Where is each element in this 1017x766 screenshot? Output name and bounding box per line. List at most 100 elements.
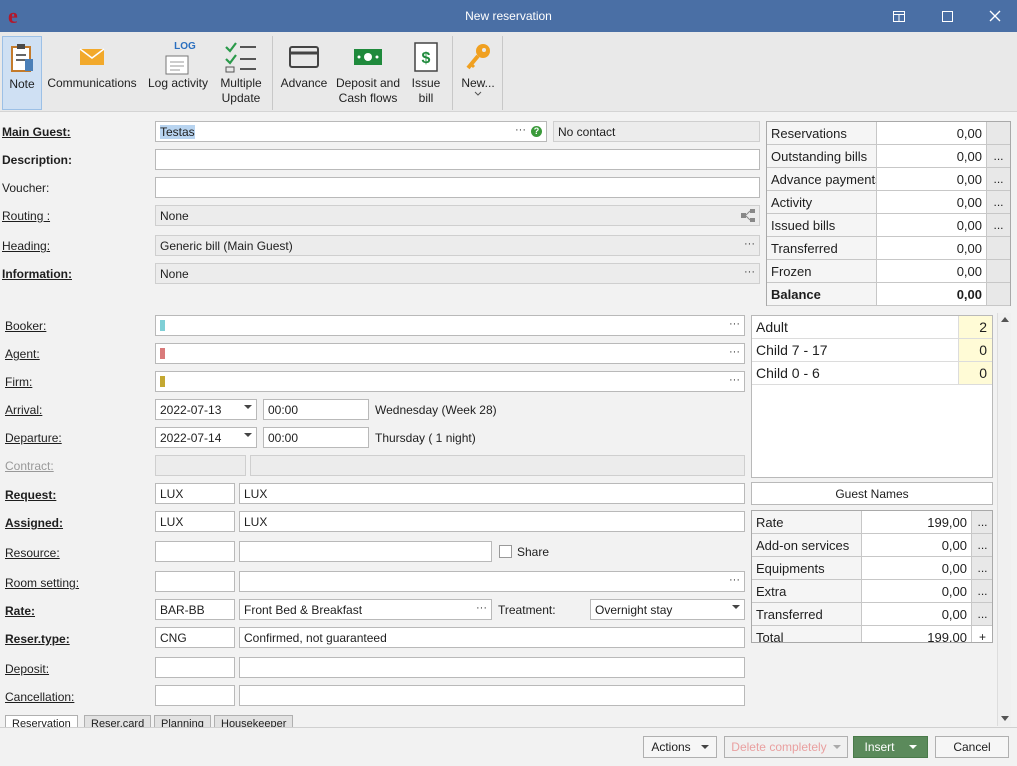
log-activity-button[interactable]: LOG Log activity	[144, 36, 212, 110]
departure-date-input[interactable]: 2022-07-14	[155, 427, 257, 448]
request-code-input[interactable]: LUX	[155, 483, 235, 504]
chevron-down-icon	[700, 744, 709, 749]
agent-lookup-icon[interactable]: ···	[729, 346, 740, 358]
treatment-label: Treatment:	[498, 603, 556, 617]
cancellation-code-input[interactable]	[155, 685, 235, 706]
chevron-down-icon[interactable]	[732, 605, 740, 609]
room-setting-code-input[interactable]	[155, 571, 235, 592]
rate-summary-more-button[interactable]: ...	[972, 603, 992, 625]
agent-color-marker	[160, 348, 165, 359]
advance-button[interactable]: Advance	[278, 36, 330, 110]
note-button[interactable]: Note	[2, 36, 42, 110]
tab-housekeeper[interactable]: Housekeeper	[214, 715, 294, 727]
cancel-button[interactable]: Cancel	[935, 736, 1009, 758]
request-name-input[interactable]: LUX	[239, 483, 745, 504]
rate-name-input[interactable]: Front Bed & Breakfast ···	[239, 599, 492, 620]
description-input[interactable]	[155, 149, 760, 170]
arrival-date-input[interactable]: 2022-07-13	[155, 399, 257, 420]
rate-summary-row: Equipments 0,00...	[752, 557, 992, 580]
contract-label: Contract:	[5, 459, 54, 473]
arrival-info: Wednesday (Week 28)	[375, 403, 497, 417]
scroll-down-icon[interactable]	[1001, 716, 1009, 722]
occupancy-count-input[interactable]: 0	[958, 362, 992, 384]
booker-input[interactable]: ···	[155, 315, 745, 336]
chevron-down-icon[interactable]	[244, 433, 252, 437]
resize-icon[interactable]: +	[972, 626, 992, 642]
main-guest-lookup-icon[interactable]: ···	[515, 124, 526, 136]
rate-summary-label: Transferred	[752, 603, 862, 625]
actions-button[interactable]: Actions	[643, 736, 717, 758]
tab-reser-card[interactable]: Reser.card	[84, 715, 152, 727]
advance-label: Advance	[280, 76, 328, 90]
multiple-update-button[interactable]: Multiple Update	[214, 36, 268, 110]
arrival-time-input[interactable]: 00:00	[263, 399, 369, 420]
voucher-input[interactable]	[155, 177, 760, 198]
communications-button[interactable]: Communications	[44, 36, 140, 110]
insert-button[interactable]: Insert	[853, 736, 928, 758]
bill-icon: $	[406, 38, 446, 76]
deposit-cash-flows-button[interactable]: Deposit and Cash flows	[332, 36, 404, 110]
cancellation-name-input[interactable]	[239, 685, 745, 706]
balance-row-more-button	[987, 260, 1010, 282]
arrival-date-value: 2022-07-13	[160, 403, 222, 417]
balance-row-more-button[interactable]: ...	[987, 214, 1010, 236]
rate-code-input[interactable]: BAR-BB	[155, 599, 235, 620]
rate-summary-more-button[interactable]: ...	[972, 511, 992, 533]
balance-row-more-button[interactable]: ...	[987, 145, 1010, 167]
note-label: Note	[9, 77, 35, 91]
deposit-code-input[interactable]	[155, 657, 235, 678]
rate-lookup-icon[interactable]: ···	[476, 602, 487, 614]
firm-lookup-icon[interactable]: ···	[729, 374, 740, 386]
heading-lookup-icon[interactable]: ···	[744, 238, 755, 250]
routing-tree-icon[interactable]	[741, 209, 755, 222]
heading-field[interactable]: Generic bill (Main Guest) ···	[155, 235, 760, 256]
assigned-code-input[interactable]: LUX	[155, 511, 235, 532]
balance-row-more-button[interactable]: ...	[987, 191, 1010, 213]
room-setting-name-input[interactable]: ···	[239, 571, 745, 592]
banknote-icon	[348, 38, 388, 76]
rate-summary-more-button[interactable]: ...	[972, 557, 992, 579]
vertical-scrollbar[interactable]	[997, 313, 1011, 726]
share-checkbox[interactable]	[499, 545, 512, 558]
routing-field[interactable]: None	[155, 205, 760, 226]
firm-input[interactable]: ···	[155, 371, 745, 392]
balance-row-more-button[interactable]: ...	[987, 168, 1010, 190]
chevron-down-icon[interactable]	[244, 405, 252, 409]
balance-row: Issued bills 0,00...	[767, 214, 1010, 237]
treatment-select[interactable]: Overnight stay	[590, 599, 745, 620]
scroll-up-icon[interactable]	[1001, 317, 1009, 323]
rate-summary-more-button[interactable]: ...	[972, 534, 992, 556]
clipboard-icon	[2, 39, 42, 77]
ribbon-separator	[272, 36, 273, 110]
balance-row: Balance 0,00	[767, 283, 1010, 306]
resource-name-input[interactable]	[239, 541, 492, 562]
deposit-name-input[interactable]	[239, 657, 745, 678]
rate-summary-value: 199,00	[862, 511, 972, 533]
maximize-button[interactable]	[924, 0, 970, 32]
occupancy-count-input[interactable]: 0	[958, 339, 992, 361]
rate-summary-more-button[interactable]: ...	[972, 580, 992, 602]
ribbon-separator	[452, 36, 453, 110]
reser-type-code-input[interactable]: CNG	[155, 627, 235, 648]
agent-input[interactable]: ···	[155, 343, 745, 364]
share-label: Share	[517, 545, 550, 559]
information-lookup-icon[interactable]: ···	[744, 266, 755, 278]
guest-names-button[interactable]: Guest Names	[751, 482, 993, 505]
tab-planning[interactable]: Planning	[154, 715, 211, 727]
room-setting-lookup-icon[interactable]: ···	[729, 574, 740, 586]
main-guest-input[interactable]: Testas ··· ?	[155, 121, 547, 142]
restore-layout-button[interactable]	[876, 0, 922, 32]
delete-completely-button[interactable]: Delete completely	[724, 736, 848, 758]
tab-reservation[interactable]: Reservation	[5, 715, 78, 727]
close-button[interactable]	[972, 0, 1017, 32]
information-field[interactable]: None ···	[155, 263, 760, 284]
assigned-name-input[interactable]: LUX	[239, 511, 745, 532]
reser-type-name-input[interactable]: Confirmed, not guaranteed	[239, 627, 745, 648]
help-icon[interactable]: ?	[531, 126, 542, 137]
issue-bill-button[interactable]: $ Issue bill	[406, 36, 446, 110]
booker-lookup-icon[interactable]: ···	[729, 318, 740, 330]
departure-time-input[interactable]: 00:00	[263, 427, 369, 448]
occupancy-count-input[interactable]: 2	[958, 316, 992, 338]
resource-code-input[interactable]	[155, 541, 235, 562]
new-dropdown-button[interactable]: New...	[456, 36, 500, 110]
